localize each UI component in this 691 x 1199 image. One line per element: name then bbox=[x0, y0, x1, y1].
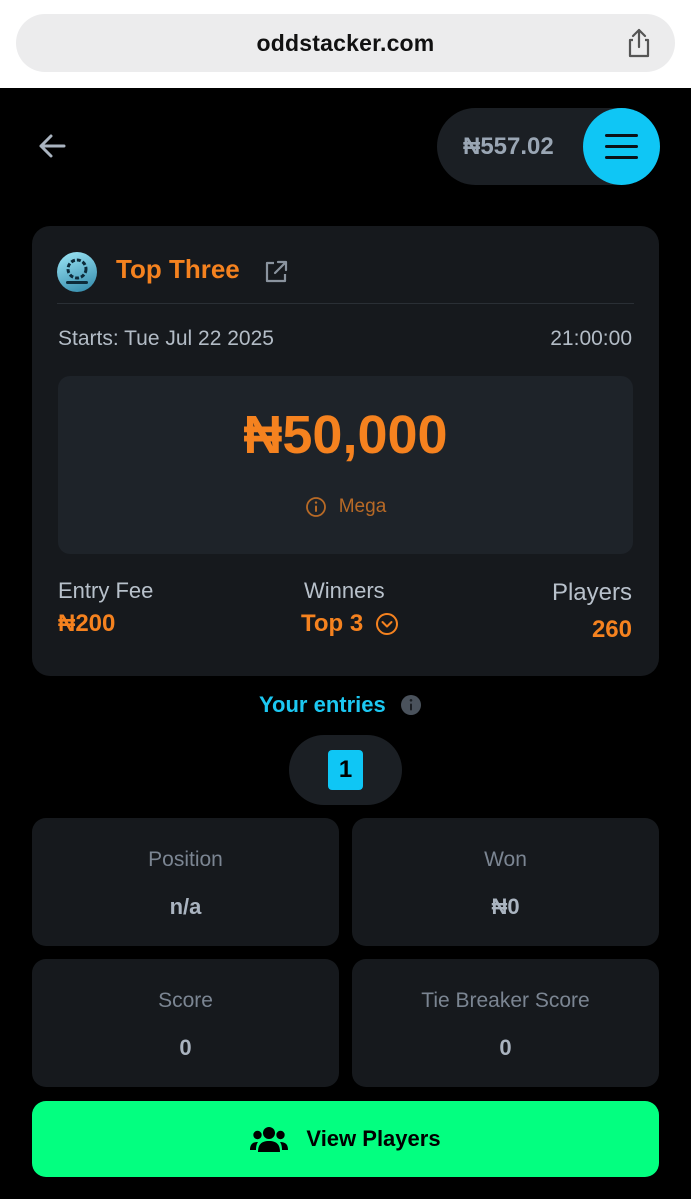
share-icon[interactable] bbox=[623, 27, 655, 59]
address-bar[interactable]: oddstacker.com bbox=[16, 14, 675, 72]
info-circle-icon[interactable] bbox=[400, 694, 422, 716]
entry-fee-label: Entry Fee bbox=[58, 578, 154, 603]
external-link-icon[interactable] bbox=[263, 259, 289, 285]
tiebreak-value: 0 bbox=[499, 1035, 512, 1060]
contest-logo bbox=[57, 252, 97, 292]
tiebreak-card: Tie Breaker Score 0 bbox=[352, 959, 659, 1087]
start-time: 21:00:00 bbox=[550, 327, 632, 350]
contest-card: Top Three Starts: Tue Jul 22 2025 21:00:… bbox=[32, 226, 659, 676]
view-players-button[interactable]: View Players bbox=[32, 1101, 659, 1177]
info-circle-icon bbox=[305, 497, 326, 517]
score-card: Score 0 bbox=[32, 959, 339, 1087]
position-value: n/a bbox=[169, 894, 202, 919]
winners-dropdown[interactable]: Top 3 bbox=[301, 610, 399, 638]
url-text: oddstacker.com bbox=[256, 29, 435, 56]
players-value: 260 bbox=[591, 616, 632, 643]
prize-tier-label: Mega bbox=[338, 496, 387, 517]
entries-header: Your entries bbox=[259, 692, 422, 718]
position-label: Position bbox=[148, 848, 223, 871]
entries-tab-bar: 1 bbox=[289, 735, 402, 805]
won-value: ₦0 bbox=[491, 894, 520, 919]
contest-title[interactable]: Top Three bbox=[116, 254, 240, 285]
back-arrow-icon[interactable] bbox=[32, 126, 72, 166]
wallet-pill[interactable]: ₦557.02 bbox=[437, 108, 660, 185]
players-label: Players bbox=[551, 579, 632, 606]
won-card: Won ₦0 bbox=[352, 818, 659, 946]
score-label: Score bbox=[158, 989, 213, 1012]
wallet-balance: ₦557.02 bbox=[463, 133, 554, 160]
tiebreak-label: Tie Breaker Score bbox=[421, 989, 590, 1012]
entry-fee-value: ₦200 bbox=[58, 610, 116, 637]
start-date: Starts: Tue Jul 22 2025 bbox=[58, 327, 274, 350]
score-value: 0 bbox=[179, 1035, 192, 1060]
entry-tab-1[interactable]: 1 bbox=[328, 750, 363, 790]
card-divider bbox=[57, 303, 634, 304]
position-card: Position n/a bbox=[32, 818, 339, 946]
chevron-down-circle-icon bbox=[376, 613, 399, 635]
hamburger-menu-icon bbox=[605, 134, 638, 159]
prize-tier[interactable]: Mega bbox=[58, 496, 633, 518]
prize-amount: ₦50,000 bbox=[243, 405, 448, 465]
prize-box: ₦50,000 Mega bbox=[58, 376, 633, 554]
winners-label: Winners bbox=[304, 578, 385, 603]
browser-bar: oddstacker.com bbox=[0, 0, 691, 88]
users-icon bbox=[250, 1127, 289, 1152]
entries-title: Your entries bbox=[259, 692, 386, 717]
menu-button[interactable] bbox=[583, 108, 660, 185]
view-players-label: View Players bbox=[306, 1126, 441, 1151]
won-label: Won bbox=[484, 848, 527, 871]
winners-value: Top 3 bbox=[301, 610, 364, 637]
